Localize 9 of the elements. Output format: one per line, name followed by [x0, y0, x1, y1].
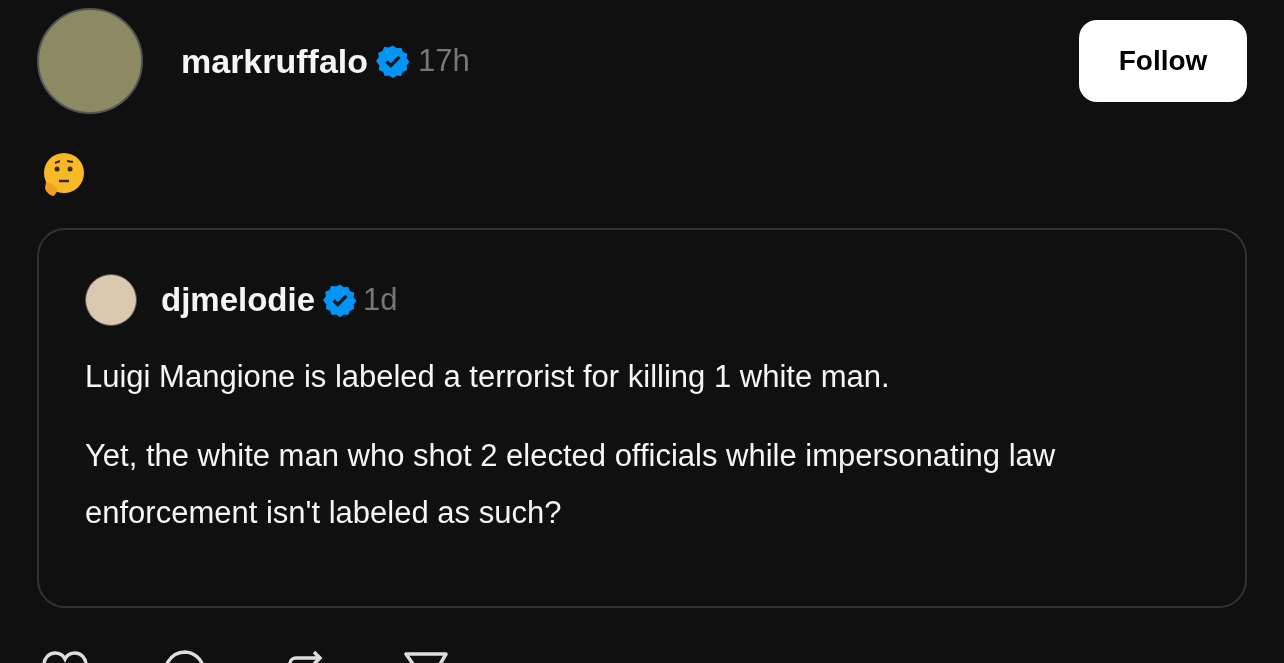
- username[interactable]: djmelodie: [161, 281, 316, 319]
- post-text: Yet, the white man who shot 2 elected officials while impersonating law enforcement isn't labeled as such?: [85, 437, 1057, 532]
- timestamp: 1d: [363, 282, 398, 318]
- timestamp: 17h: [418, 43, 470, 79]
- quoted-post-card[interactable]: djmelodie 1d Luigi Mangione is labeled a terrorist for killing 1 white man. Yet, the white man who shot 2 elected officials while impersonating law enforcement isn't labeled as such?: [37, 228, 1247, 608]
- avatar-placeholder[interactable]: [85, 274, 137, 326]
- username[interactable]: markruffalo: [181, 41, 369, 81]
- follow-button[interactable]: Follow: [1079, 20, 1247, 102]
- post-text: Luigi Mangione is labeled a terrorist for killing 1 white man.: [85, 358, 891, 396]
